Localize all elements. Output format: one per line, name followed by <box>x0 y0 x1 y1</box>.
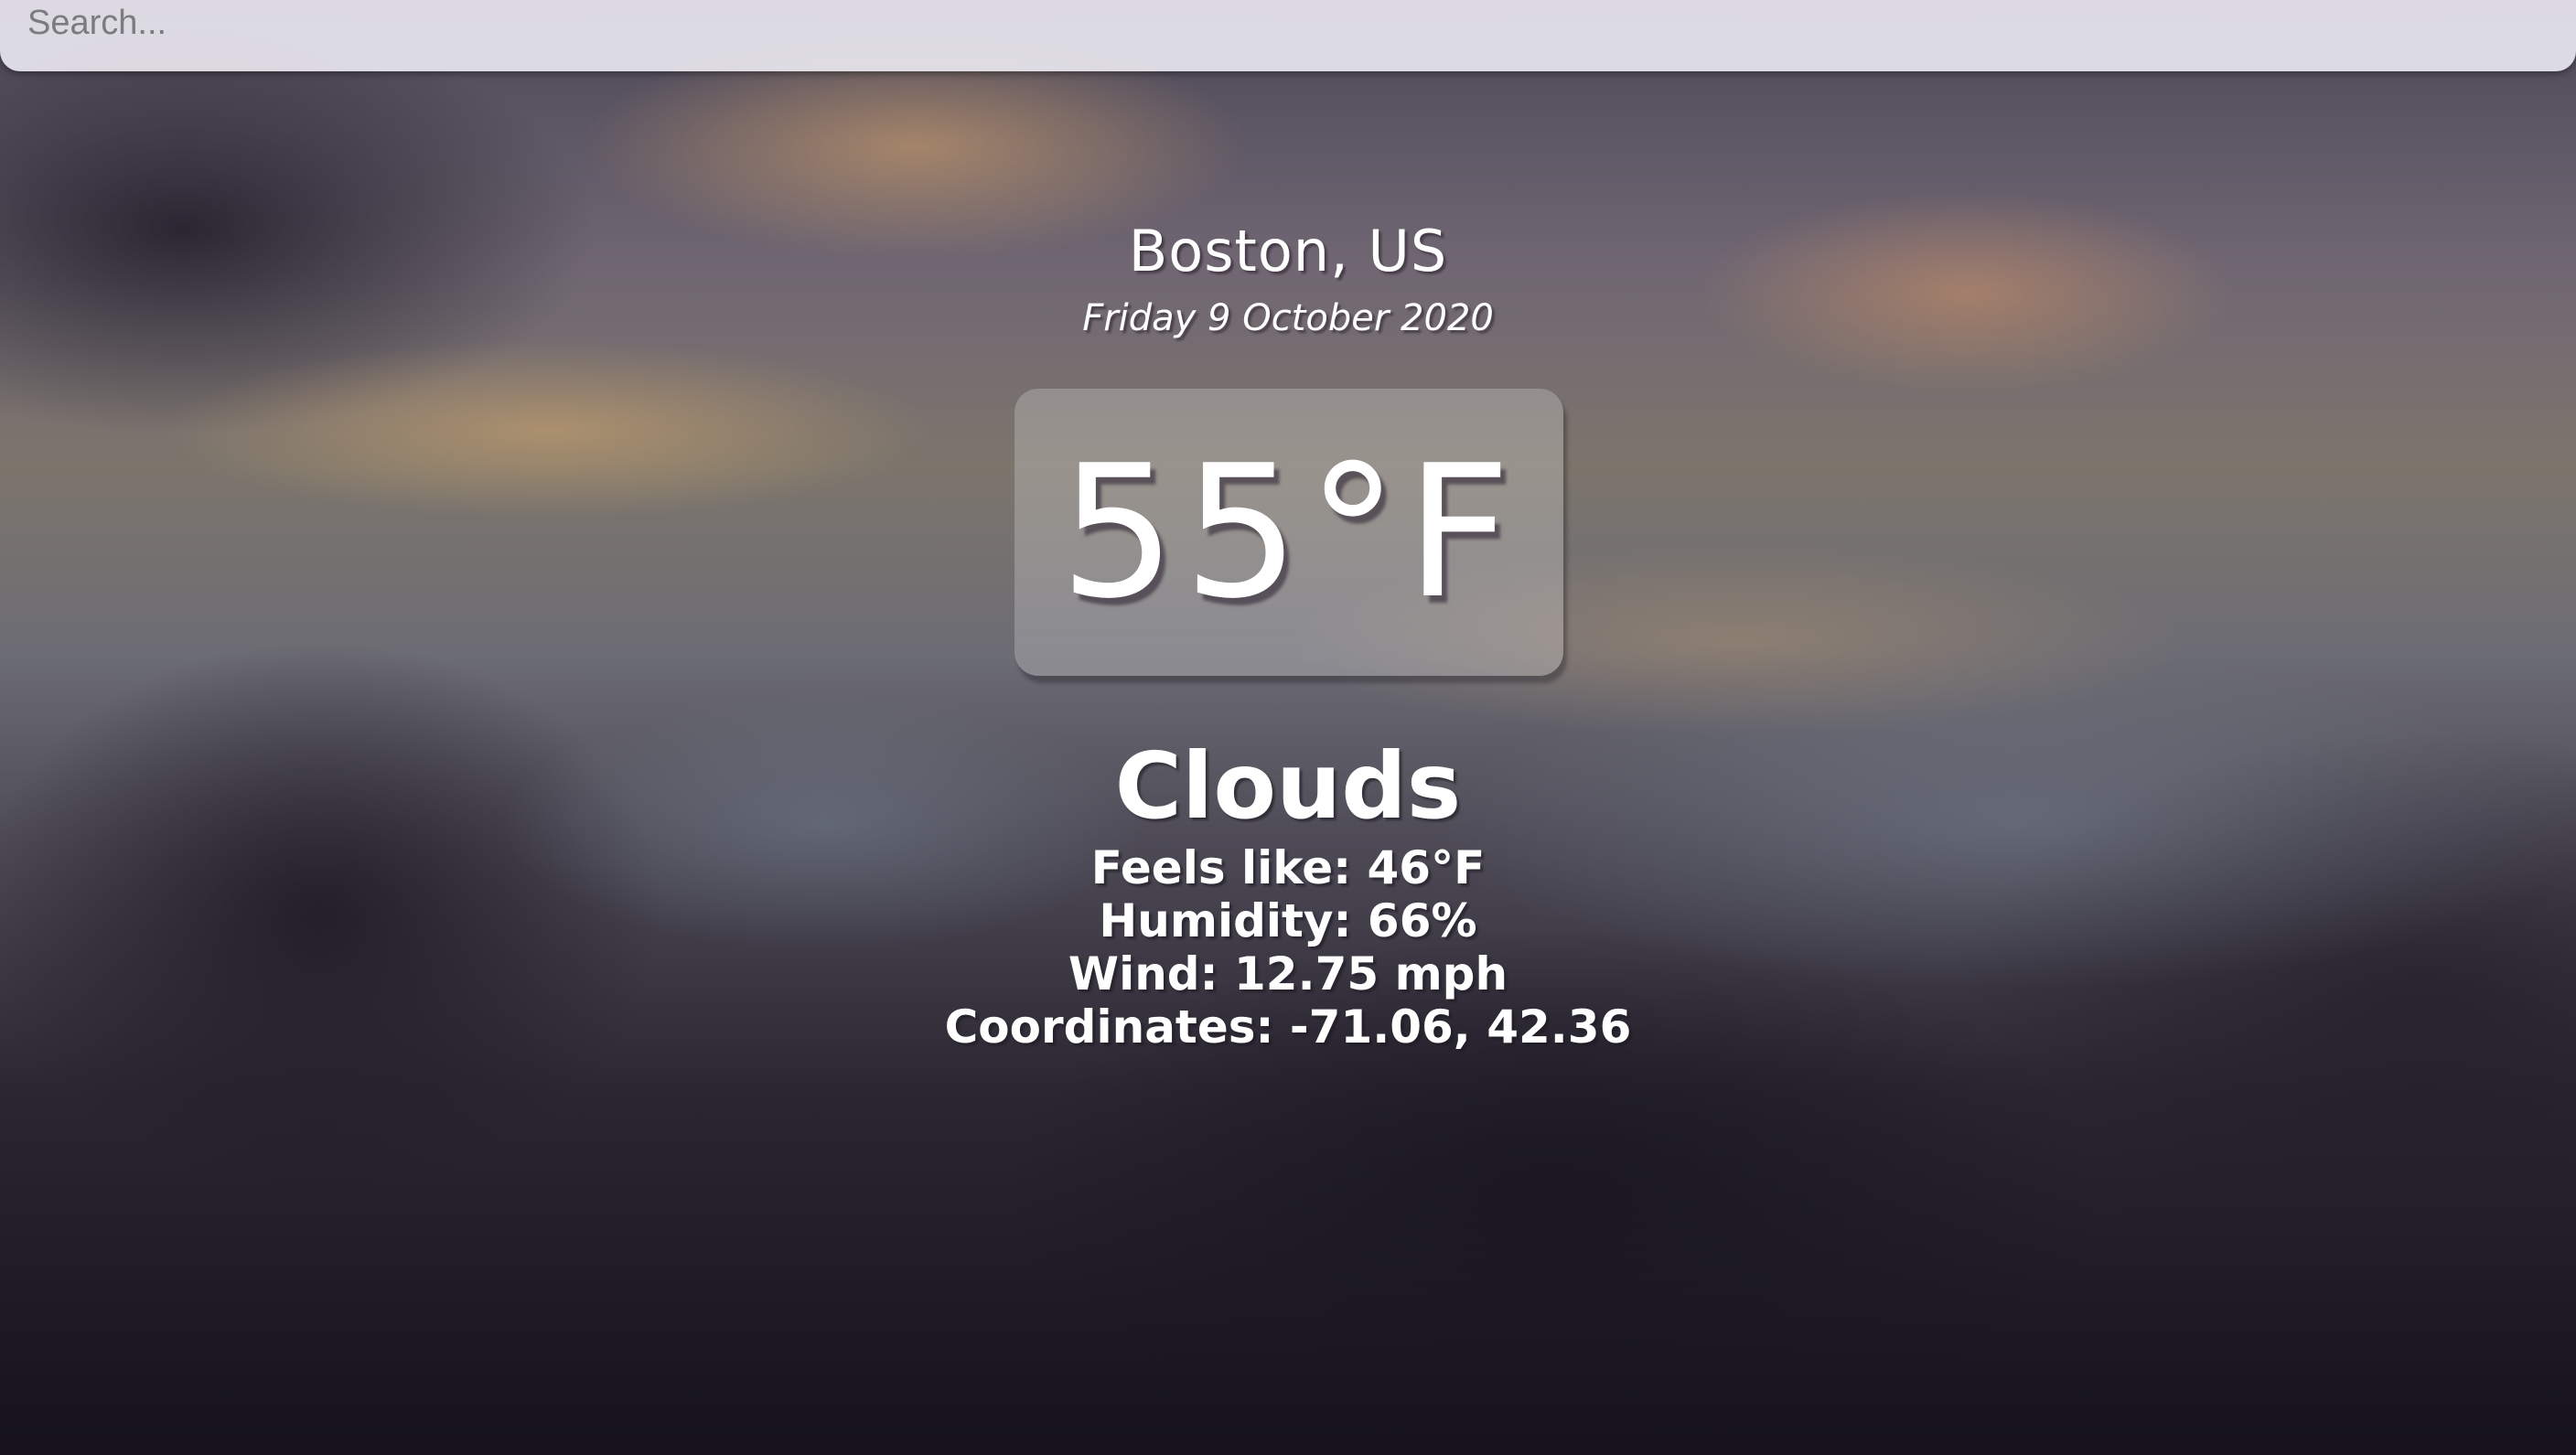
current-date: Friday 9 October 2020 <box>1082 297 1494 339</box>
location-box: Boston, US Friday 9 October 2020 <box>0 210 2576 344</box>
location-name: Boston, US <box>1128 218 1448 284</box>
weather-condition: Clouds <box>1114 733 1462 840</box>
search-bar <box>0 0 2576 71</box>
humidity: Humidity: 66% <box>1099 894 1477 947</box>
search-input[interactable] <box>0 0 2576 46</box>
weather-details: Clouds Feels like: 46°F Humidity: 66% Wi… <box>0 732 2576 1054</box>
wind-speed: Wind: 12.75 mph <box>1068 947 1508 1000</box>
temperature-box: 55°F <box>1014 389 1563 676</box>
temperature-value: 55°F <box>1059 425 1519 639</box>
feels-like: Feels like: 46°F <box>1090 841 1486 894</box>
coordinates: Coordinates: -71.06, 42.36 <box>944 1000 1632 1054</box>
